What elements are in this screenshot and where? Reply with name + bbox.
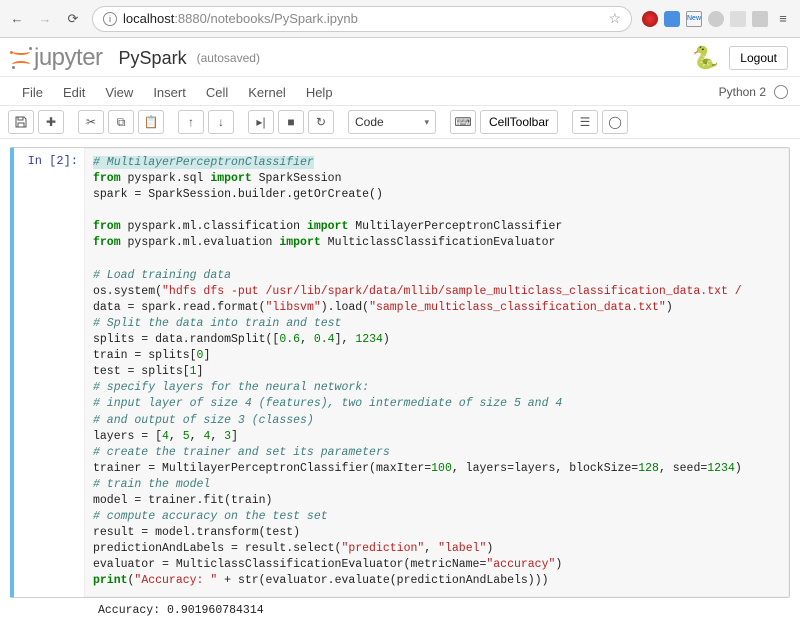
move-up-button[interactable]: ↑ <box>178 110 204 134</box>
menu-edit[interactable]: Edit <box>53 81 95 104</box>
output-area: Accuracy: 0.901960784314 <box>10 600 790 621</box>
stop-button[interactable]: ■ <box>278 110 304 134</box>
save-button[interactable] <box>8 110 34 134</box>
ext-icon[interactable]: New <box>686 11 702 27</box>
code-cell[interactable]: In [2]: # MultilayerPerceptronClassifier… <box>10 147 790 598</box>
ext-icon[interactable] <box>730 11 746 27</box>
bookmark-icon[interactable]: ☆ <box>608 10 621 27</box>
jupyter-logo[interactable]: jupyter <box>10 44 103 72</box>
notebook-container: In [2]: # MultilayerPerceptronClassifier… <box>0 139 800 629</box>
menubar: File Edit View Insert Cell Kernel Help P… <box>0 76 800 106</box>
autosave-status: (autosaved) <box>197 51 260 65</box>
code-input[interactable]: # MultilayerPerceptronClassifier from py… <box>84 148 789 597</box>
url-host: localhost <box>123 11 174 26</box>
toolbar: ✚ ✂ ⧉ 📋 ↑ ↓ ▸| ■ ↻ Code ⌨ CellToolbar ☰ … <box>0 106 800 139</box>
url-input[interactable]: i localhost:8880/notebooks/PySpark.ipynb… <box>92 6 632 32</box>
input-prompt: In [2]: <box>14 148 84 597</box>
menu-view[interactable]: View <box>95 81 143 104</box>
menu-help[interactable]: Help <box>296 81 343 104</box>
keyboard-button[interactable]: ⌨ <box>450 110 476 134</box>
restart-button[interactable]: ↻ <box>308 110 334 134</box>
ext-icon[interactable] <box>664 11 680 27</box>
menu-file[interactable]: File <box>12 81 53 104</box>
menu-insert[interactable]: Insert <box>143 81 196 104</box>
ext-icon[interactable] <box>708 11 724 27</box>
ext-icon[interactable] <box>642 11 658 27</box>
cell-toolbar-button[interactable]: CellToolbar <box>480 110 558 134</box>
github-button[interactable]: ◯ <box>602 110 628 134</box>
extensions: New ≡ <box>642 10 792 28</box>
info-icon[interactable]: i <box>103 12 117 26</box>
run-button[interactable]: ▸| <box>248 110 274 134</box>
browser-address-bar: ← → ⟳ i localhost:8880/notebooks/PySpark… <box>0 0 800 38</box>
python-logo-icon: 🐍 <box>692 45 719 71</box>
menu-cell[interactable]: Cell <box>196 81 238 104</box>
forward-button[interactable]: → <box>36 10 54 28</box>
move-down-button[interactable]: ↓ <box>208 110 234 134</box>
back-button[interactable]: ← <box>8 10 26 28</box>
list-button[interactable]: ☰ <box>572 110 598 134</box>
notebook-name[interactable]: PySpark <box>119 48 187 69</box>
cell-type-select[interactable]: Code <box>348 110 436 134</box>
add-cell-button[interactable]: ✚ <box>38 110 64 134</box>
menu-kernel[interactable]: Kernel <box>238 81 296 104</box>
paste-button[interactable]: 📋 <box>138 110 164 134</box>
copy-button[interactable]: ⧉ <box>108 110 134 134</box>
ext-icon[interactable] <box>752 11 768 27</box>
notebook-header: jupyter PySpark (autosaved) 🐍 Logout <box>0 38 800 76</box>
reload-button[interactable]: ⟳ <box>64 10 82 28</box>
output-text: Accuracy: 0.901960784314 <box>90 600 272 621</box>
cut-button[interactable]: ✂ <box>78 110 104 134</box>
logout-button[interactable]: Logout <box>729 46 788 70</box>
kernel-name: Python 2 <box>719 85 766 99</box>
menu-icon[interactable]: ≡ <box>774 10 792 28</box>
kernel-status-icon[interactable] <box>774 85 788 99</box>
